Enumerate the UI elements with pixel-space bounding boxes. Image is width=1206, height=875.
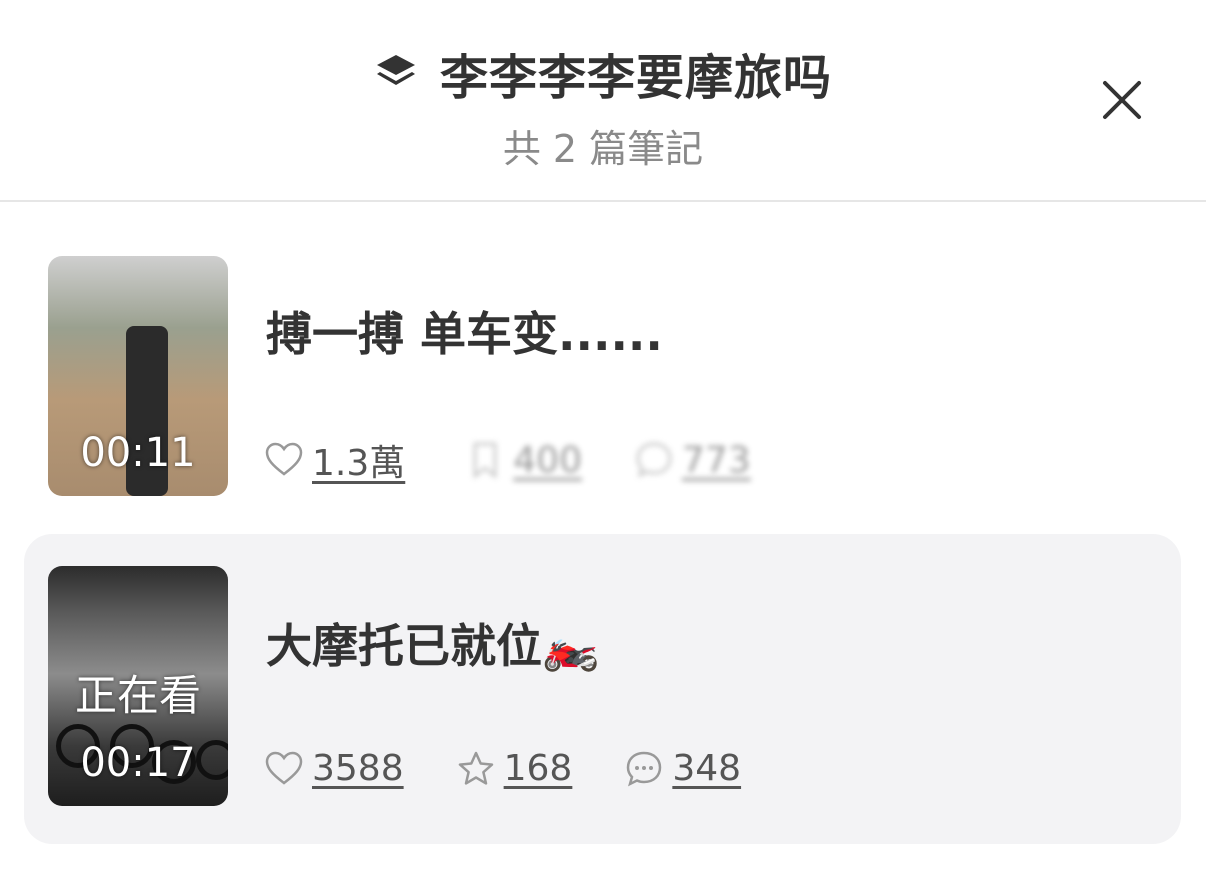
- comment-icon: [627, 751, 662, 786]
- bookmark-icon: [474, 442, 497, 479]
- comment-count: 348: [672, 748, 742, 789]
- video-thumbnail[interactable]: 正在看 00:17: [48, 566, 228, 806]
- like-count: 3588: [312, 748, 404, 789]
- collect-stat[interactable]: 400: [465, 440, 582, 481]
- note-count: 共 2 篇筆記: [502, 127, 704, 171]
- heart-icon: [265, 442, 303, 476]
- note-stats: 3588 168 348: [264, 748, 793, 789]
- star-icon: [458, 751, 493, 785]
- sheet-header: 李李李李要摩旅吗 共 2 篇筆記: [0, 0, 1206, 202]
- note-title: 大摩托已就位🏍️: [266, 619, 600, 673]
- collect-count: 168: [503, 748, 573, 789]
- video-thumbnail[interactable]: 00:11: [48, 256, 228, 496]
- collection-title: 李李李李要摩旅吗: [439, 50, 832, 106]
- like-stat[interactable]: 3588: [264, 748, 404, 789]
- like-count: 1.3萬: [312, 443, 406, 484]
- comment-icon: [636, 442, 672, 478]
- heart-icon: [265, 751, 303, 785]
- note-item[interactable]: 00:11 搏一搏 单车变...... 1.3萬 400 773: [24, 224, 1181, 534]
- collection-sheet: 李李李李要摩旅吗 共 2 篇筆記 00:11 搏一搏 单车变...... 1.3…: [0, 0, 1206, 875]
- comment-stat[interactable]: 773: [634, 440, 751, 481]
- layers-icon: [376, 55, 415, 85]
- comment-count: 773: [681, 439, 751, 481]
- collect-count: 400: [513, 439, 582, 481]
- video-duration: 00:11: [80, 430, 196, 476]
- now-watching-label: 正在看: [74, 671, 201, 720]
- like-stat[interactable]: 1.3萬: [264, 434, 405, 486]
- comment-stat[interactable]: 348: [624, 748, 741, 789]
- video-duration: 00:17: [80, 740, 196, 786]
- note-stats: 1.3萬 400 773: [264, 434, 803, 486]
- title-row: 李李李李要摩旅吗: [0, 38, 1206, 108]
- collect-stat[interactable]: 168: [456, 748, 573, 789]
- note-title: 搏一搏 单车变......: [266, 307, 663, 361]
- close-icon[interactable]: [1096, 74, 1148, 126]
- note-item-active[interactable]: 正在看 00:17 大摩托已就位🏍️ 3588 168 348: [24, 534, 1181, 844]
